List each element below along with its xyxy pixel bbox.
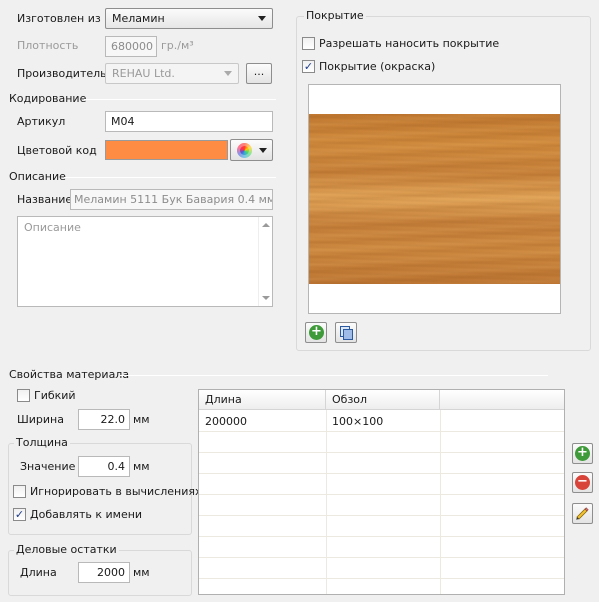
remnants-length-field[interactable]: 2000 — [78, 562, 130, 583]
color-code-swatch[interactable] — [105, 140, 228, 160]
coating-paint-label: Покрытие (окраска) — [319, 60, 436, 73]
thickness-value-label: Значение — [20, 460, 76, 473]
made-from-value: Меламин — [112, 12, 165, 25]
density-unit: гр./м³ — [161, 39, 194, 52]
coating-section-title: Покрытие — [304, 9, 366, 23]
table-row-empty — [199, 579, 564, 594]
made-from-label: Изготовлен из — [17, 12, 101, 25]
column-header-length[interactable]: Длина — [199, 390, 326, 410]
description-separator — [64, 177, 276, 178]
article-label: Артикул — [17, 115, 66, 128]
remnants-length-label: Длина — [20, 566, 57, 579]
chevron-down-icon — [258, 16, 266, 21]
table-row-empty — [199, 516, 564, 537]
chevron-down-icon — [224, 71, 232, 76]
description-textarea[interactable]: Описание — [17, 216, 273, 307]
ignore-calc-label: Игнорировать в вычислениях — [30, 485, 202, 498]
name-field[interactable]: Меламин 5111 Бук Бавария 0.4 мм×22.0 — [70, 189, 273, 210]
width-field[interactable]: 22.0 — [78, 409, 130, 430]
texture-library-button[interactable] — [335, 322, 357, 343]
ignore-calc-checkbox[interactable] — [13, 485, 26, 498]
manufacturer-select[interactable]: REHAU Ltd. — [105, 63, 239, 84]
column-header-filler — [440, 390, 564, 410]
table-row-empty — [199, 537, 564, 558]
chevron-down-icon — [259, 148, 267, 153]
minus-icon: − — [575, 475, 590, 490]
color-picker-button[interactable] — [230, 139, 273, 161]
remnants-table[interactable]: Длина Обзол 200000 100×100 — [198, 389, 565, 595]
scroll-up-icon[interactable] — [262, 223, 270, 227]
description-placeholder: Описание — [24, 221, 81, 234]
thickness-unit: мм — [133, 460, 150, 473]
remnants-length-unit: мм — [133, 566, 150, 579]
wood-texture-image — [309, 114, 560, 284]
plus-icon: + — [575, 446, 590, 461]
browse-manufacturer-button[interactable]: ... — [246, 63, 272, 84]
texture-preview — [308, 84, 561, 314]
edit-row-button[interactable] — [572, 503, 593, 524]
table-row-empty — [199, 474, 564, 495]
table-row-empty — [199, 453, 564, 474]
allow-coating-checkbox[interactable] — [302, 37, 315, 50]
copy-icon-front — [343, 329, 353, 340]
properties-separator — [120, 375, 548, 376]
add-to-name-label: Добавлять к имени — [30, 508, 143, 521]
table-row-empty — [199, 495, 564, 516]
cell-length: 200000 — [205, 415, 247, 428]
column-header-edge[interactable]: Обзол — [326, 390, 440, 410]
pencil-icon — [576, 507, 589, 520]
width-label: Ширина — [17, 413, 64, 426]
coding-separator — [84, 99, 276, 100]
coding-section-title: Кодирование — [9, 92, 87, 105]
cell-edge: 100×100 — [332, 415, 384, 428]
properties-section-title: Свойства материала — [9, 368, 130, 381]
made-from-select[interactable]: Меламин — [105, 8, 273, 29]
manufacturer-label: Производитель — [17, 67, 107, 80]
allow-coating-label: Разрешать наносить покрытие — [319, 37, 500, 50]
table-row[interactable]: 200000 100×100 — [199, 411, 564, 432]
add-to-name-checkbox[interactable]: ✓ — [13, 508, 26, 521]
width-unit: мм — [133, 413, 150, 426]
thickness-value-field[interactable]: 0.4 — [78, 456, 130, 477]
flexible-checkbox[interactable] — [17, 389, 30, 402]
remnants-section-title: Деловые остатки — [14, 543, 119, 557]
plus-icon: + — [309, 325, 324, 340]
add-texture-button[interactable]: + — [305, 322, 327, 343]
manufacturer-value: REHAU Ltd. — [112, 67, 175, 80]
thickness-section-title: Толщина — [14, 436, 70, 450]
table-row-empty — [199, 432, 564, 453]
density-label: Плотность — [17, 39, 79, 52]
coating-paint-checkbox[interactable]: ✓ — [302, 60, 315, 73]
add-row-button[interactable]: + — [572, 443, 593, 464]
remove-row-button[interactable]: − — [572, 472, 593, 493]
color-wheel-icon — [237, 143, 252, 158]
color-code-label: Цветовой код — [17, 144, 97, 157]
article-field[interactable]: M04 — [105, 111, 273, 132]
name-label: Название — [17, 193, 73, 206]
table-row-empty — [199, 558, 564, 579]
description-scrollbar[interactable] — [258, 217, 272, 306]
scroll-down-icon[interactable] — [262, 296, 270, 300]
description-section-title: Описание — [9, 170, 66, 183]
density-field[interactable]: 680000 — [105, 36, 157, 57]
flexible-label: Гибкий — [34, 389, 76, 402]
